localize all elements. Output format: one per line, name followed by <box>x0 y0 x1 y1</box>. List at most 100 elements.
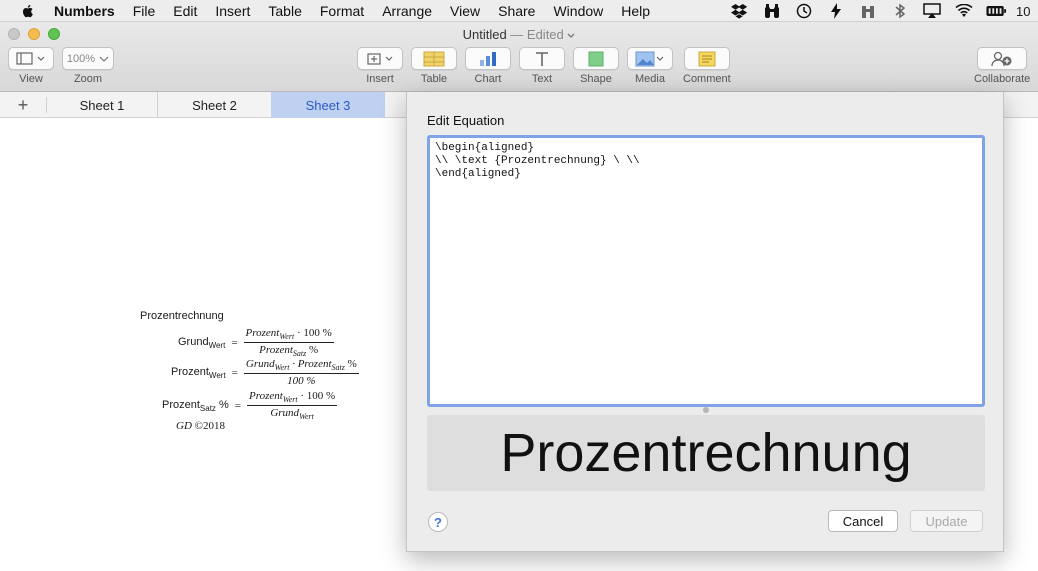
fraction-numerator: ProzentWert · 100 % <box>243 327 334 343</box>
view-button[interactable] <box>8 47 54 70</box>
menu-share[interactable]: Share <box>498 3 535 19</box>
media-control: Media <box>627 47 673 85</box>
menu-insert[interactable]: Insert <box>215 3 250 19</box>
resize-handle[interactable] <box>703 407 709 413</box>
latex-input[interactable]: \begin{aligned} \\ \text {Prozentrechnun… <box>430 138 982 404</box>
shape-control: Shape <box>573 47 619 85</box>
numerator-subscript: Wert <box>274 363 290 372</box>
denominator-tail: % <box>306 344 319 356</box>
update-button[interactable]: Update <box>910 510 983 532</box>
comment-control: Comment <box>683 47 731 85</box>
tab-sheet-3[interactable]: Sheet 3 <box>271 92 385 118</box>
numerator-text: Grund <box>245 358 275 370</box>
text-button[interactable] <box>519 47 565 70</box>
chevron-down-icon <box>99 56 109 62</box>
comment-button[interactable] <box>683 47 730 70</box>
document-name: Untitled <box>462 27 507 42</box>
denominator-subscript: Wert <box>299 412 314 421</box>
collaborate-label: Collaborate <box>974 73 1031 85</box>
dialog-title: Edit Equation <box>427 113 505 128</box>
menu-file[interactable]: File <box>133 3 156 19</box>
menu-view[interactable]: View <box>450 3 480 19</box>
menu-help[interactable]: Help <box>621 3 650 19</box>
equation-title: Prozentrechnung <box>140 310 224 322</box>
lhs-text: Prozent <box>162 398 200 411</box>
tab-sheet-2[interactable]: Sheet 2 <box>158 92 271 118</box>
denominator-text: Grund <box>270 407 300 419</box>
numerator-subscript: Wert <box>279 332 295 341</box>
table-control: Table <box>411 47 457 85</box>
menu-app-numbers[interactable]: Numbers <box>54 3 115 19</box>
insert-control: Insert <box>357 47 403 85</box>
shape-icon <box>588 51 604 66</box>
binoculars-icon[interactable] <box>762 3 782 19</box>
airplay-icon[interactable] <box>922 3 942 19</box>
lhs-subscript: Satz <box>199 403 216 413</box>
lhs-text: Prozent <box>171 365 209 378</box>
lhs-subscript: Wert <box>208 370 226 380</box>
chevron-down-icon <box>567 33 575 38</box>
menu-edit[interactable]: Edit <box>173 3 197 19</box>
table-icon <box>423 51 445 66</box>
collaborate-button[interactable] <box>977 47 1028 70</box>
equation-fraction: ProzentWert · 100 % ProzentSatz % <box>243 327 334 358</box>
credit-year: ©2018 <box>194 420 225 432</box>
equation-preview-text: Prozentrechnung <box>500 423 912 483</box>
menu-table[interactable]: Table <box>268 3 301 19</box>
numbers-window: Numbers File Edit Insert Table Format Ar… <box>0 0 1038 571</box>
zoom-label: Zoom <box>73 73 103 85</box>
chart-button[interactable] <box>465 47 511 70</box>
tab-sheet-1[interactable]: Sheet 1 <box>47 92 158 118</box>
insert-button[interactable] <box>357 47 403 70</box>
latex-editor: \begin{aligned} \\ \text {Prozentrechnun… <box>427 135 985 407</box>
bluetooth-icon[interactable] <box>890 3 910 19</box>
menu-window[interactable]: Window <box>553 3 603 19</box>
dropbox-icon[interactable] <box>730 3 750 19</box>
equation-row-prozentwert: ProzentWert = GrundWert · ProzentSatz % … <box>171 358 359 387</box>
view-control: View <box>8 47 54 85</box>
equation-lhs: ProzentWert <box>171 366 226 380</box>
help-button[interactable]: ? <box>428 512 448 532</box>
table-label: Table <box>420 73 448 85</box>
view-label: View <box>19 73 43 85</box>
cancel-button[interactable]: Cancel <box>828 510 898 532</box>
lhs-subscript: Wert <box>208 340 226 350</box>
bolt-app-icon[interactable] <box>826 3 846 19</box>
chart-control: Chart <box>465 47 511 85</box>
shape-label: Shape <box>580 73 612 85</box>
fraction-denominator: 100 % <box>287 375 316 387</box>
insert-label: Insert <box>366 73 394 85</box>
battery-icon[interactable] <box>986 3 1006 19</box>
document-title[interactable]: Untitled — Edited <box>0 27 1038 42</box>
apple-icon[interactable] <box>20 3 36 19</box>
add-sheet-button[interactable]: + <box>12 95 34 115</box>
wifi-icon[interactable] <box>954 3 974 19</box>
menubar-clock[interactable]: 10 <box>1016 4 1038 19</box>
equation-credit: GD ©2018 <box>176 420 225 432</box>
numerator-text: Prozent <box>245 327 280 339</box>
equals-sign: = <box>234 399 241 412</box>
zoom-control: 100% Zoom <box>62 47 114 85</box>
credit-initials: GD <box>176 420 192 432</box>
table-button[interactable] <box>411 47 457 70</box>
collaborate-icon <box>991 51 1012 66</box>
lhs-text: Grund <box>178 335 209 348</box>
menu-arrange[interactable]: Arrange <box>382 3 432 19</box>
numerator-text: Prozent <box>249 390 283 402</box>
lighthouse-icon[interactable] <box>858 3 878 19</box>
menu-bar: Numbers File Edit Insert Table Format Ar… <box>0 0 1038 22</box>
toolbar: Untitled — Edited View 100% Zoom Insert <box>0 22 1038 92</box>
media-button[interactable] <box>627 47 673 70</box>
numerator-subscript: Wert <box>282 395 298 404</box>
time-machine-icon[interactable] <box>794 3 814 19</box>
equation-lhs: ProzentSatz % <box>162 399 229 413</box>
zoom-select[interactable]: 100% <box>62 47 114 70</box>
shape-button[interactable] <box>573 47 619 70</box>
denominator-text: Prozent <box>259 344 293 356</box>
menu-format[interactable]: Format <box>320 3 364 19</box>
numerator-subscript-2: Satz <box>331 363 345 372</box>
edit-equation-dialog: Edit Equation \begin{aligned} \\ \text {… <box>406 92 1004 552</box>
equation-object[interactable]: Prozentrechnung GrundWert = ProzentWert … <box>140 308 390 438</box>
equation-row-prozentsatz: ProzentSatz % = ProzentWert · 100 % Grun… <box>162 390 338 421</box>
text-icon <box>536 51 548 66</box>
